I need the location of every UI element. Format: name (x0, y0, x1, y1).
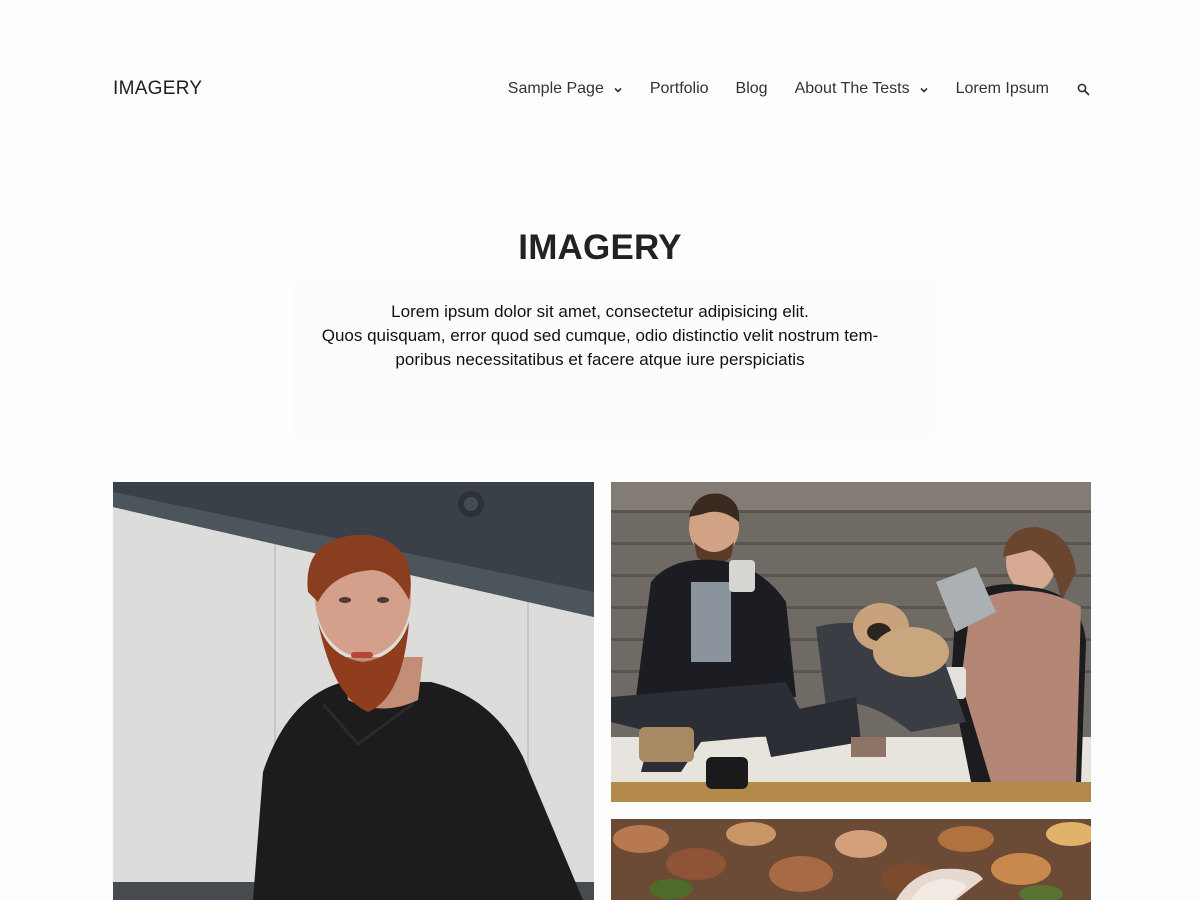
nav-item-label: Lorem Ipsum (955, 80, 1049, 97)
nav-item-about-the-tests[interactable]: About The Tests (795, 80, 929, 98)
main-nav: Sample Page Portfolio Blog About The Tes… (508, 80, 1091, 98)
page-title: IMAGERY (518, 228, 682, 267)
intro-text: Lorem ipsum dolor sit amet, consectetur … (296, 300, 904, 372)
site-header: IMAGERY Sample Page Portfolio Blog About… (113, 72, 1091, 106)
chevron-down-icon (920, 87, 928, 93)
gallery-image-autumn-leaves[interactable] (611, 819, 1091, 900)
search-icon (1077, 83, 1090, 95)
photo-couple-with-pug (611, 482, 1091, 802)
chevron-down-icon (614, 87, 622, 93)
intro-line: poribus necessitatibus et facere atque i… (395, 350, 805, 369)
intro-line: Lorem ipsum dolor sit amet, consectetur … (391, 302, 809, 321)
nav-item-lorem-ipsum[interactable]: Lorem Ipsum (956, 80, 1049, 98)
gallery-image-couple-with-pug[interactable] (611, 482, 1091, 802)
photo-bearded-man (113, 482, 594, 900)
nav-item-label: About The Tests (794, 80, 910, 97)
gallery-image-bearded-man[interactable] (113, 482, 594, 900)
nav-item-portfolio[interactable]: Portfolio (650, 80, 709, 98)
search-button[interactable] (1077, 82, 1091, 96)
nav-item-blog[interactable]: Blog (736, 80, 768, 98)
intro-line: Quos quisquam, error quod sed cumque, od… (321, 326, 879, 345)
nav-item-sample-page[interactable]: Sample Page (508, 80, 623, 98)
nav-item-label: Blog (735, 80, 768, 97)
photo-autumn-leaves (611, 819, 1091, 900)
nav-item-label: Portfolio (649, 80, 709, 97)
nav-item-label: Sample Page (507, 80, 604, 97)
site-title-link[interactable]: IMAGERY (113, 78, 202, 100)
